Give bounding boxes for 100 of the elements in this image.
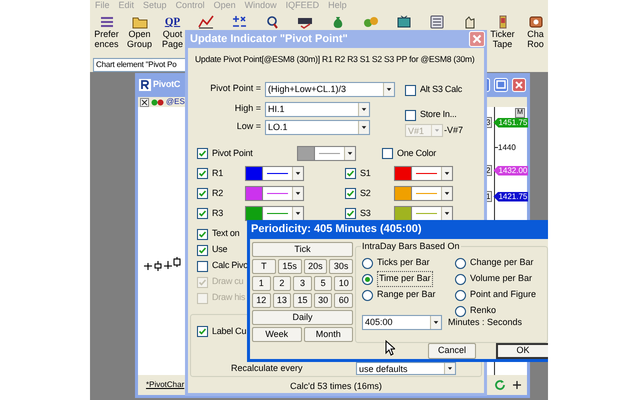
checkbox[interactable] [197,208,208,219]
periodicity-button[interactable]: Tick [252,242,353,257]
close-button[interactable] [512,78,526,92]
camera-icon[interactable] [528,15,544,29]
line-chart-icon[interactable] [198,15,214,29]
periodicity-button[interactable]: Month [304,327,353,342]
periodicity-button[interactable]: 2 [272,276,292,291]
radio-button[interactable] [455,290,466,300]
folder-icon[interactable] [132,15,148,29]
periodicity-button[interactable]: 15s [278,259,302,274]
periodicity-button[interactable]: 30 [314,293,332,308]
color-picker[interactable] [297,146,356,161]
checkbox-label: Use [212,243,228,256]
radio-button[interactable] [455,306,466,316]
toolbar-button[interactable]: Ticker Tape [486,12,519,58]
checkbox-label: Store In... [420,108,457,122]
periodicity-button[interactable]: 1 [252,276,271,291]
periodicity-button[interactable]: 12 [252,293,271,308]
price-tag: 1432.00 [493,166,528,176]
combo-box[interactable]: use defaults [356,362,456,376]
field-label: Recalculate every [231,362,304,375]
combo-box[interactable]: (High+Low+CL.1)/3 [265,82,395,96]
color-picker[interactable] [394,186,453,201]
checkbox-label: R2 [212,186,224,200]
chart-tab[interactable]: *PivotChar [146,379,184,391]
axis-label: 1440 [498,143,516,152]
periodicity-button[interactable]: 5 [314,276,332,291]
coins-icon[interactable] [362,15,378,29]
radio-button[interactable] [455,258,466,268]
dialog-button[interactable]: Cancel [428,343,476,359]
dialog-title: Periodicity: 405 Minutes (405:00) [251,222,422,238]
checkbox-label: S2 [360,186,371,200]
checkbox-label: Alt S3 Calc [420,83,462,96]
document-icon[interactable] [428,15,444,29]
periodicity-button[interactable]: T [252,259,276,274]
range-end-label: -V#7 [444,124,464,136]
dialog-title: Update Indicator "Pivot Point" [190,32,349,46]
checkbox-label: S1 [360,166,371,180]
checkbox[interactable] [197,260,208,272]
toolbar-button[interactable]: Cha Roo [519,12,548,58]
maximize-button[interactable] [494,78,508,92]
periodicity-button[interactable]: 30s [329,259,353,274]
combo-box[interactable]: HI.1 [265,102,370,116]
periodicity-button[interactable]: 20s [304,259,328,274]
periodicity-button[interactable]: Week [252,327,302,342]
periodicity-button[interactable]: 10 [334,276,353,291]
color-picker[interactable] [245,166,304,181]
radio-label: Ticks per Bar [377,256,430,270]
combo-box[interactable]: LO.1 [265,120,370,134]
periodicity-button[interactable]: 60 [334,293,353,308]
list-icon[interactable] [98,15,114,29]
status-dots-icon [151,98,164,106]
radio-button[interactable] [362,274,373,284]
checkbox[interactable] [345,168,356,179]
checkbox[interactable] [345,208,356,219]
checkbox-label: Draw cu [212,275,244,288]
plus-icon[interactable] [511,379,523,391]
close-icon[interactable] [140,98,149,106]
checkbox[interactable] [197,228,208,240]
radio-button[interactable] [362,258,373,268]
checkbox[interactable] [197,148,208,159]
checkbox[interactable] [197,244,208,256]
monitor-icon[interactable] [296,15,312,29]
checkbox-label: Label Cu [212,324,246,338]
checkbox[interactable] [382,148,393,159]
math-symbols-icon[interactable] [230,15,246,29]
checkbox[interactable] [197,326,208,337]
checkbox[interactable] [197,188,208,199]
color-picker[interactable] [245,186,304,201]
checkbox-label: R1 [212,166,224,180]
price-tag: 1451.75 [493,118,528,128]
checkbox[interactable] [405,84,416,96]
checkbox-label: Pivot Point [212,146,253,160]
periodicity-button[interactable]: 3 [293,276,312,291]
checkbox-label: R3 [212,206,224,220]
refresh-icon[interactable] [494,379,506,391]
checkbox[interactable] [345,188,356,199]
checkbox[interactable] [197,168,208,179]
toolbar-button[interactable]: Open Group [123,12,156,58]
radio-button[interactable] [362,290,373,300]
toolbar-button[interactable]: QP Quot Page [156,12,189,58]
toolbar-button[interactable]: Prefer ences [90,12,123,58]
field-label: High = [234,102,261,116]
combo-box[interactable]: 405:00 [362,315,442,330]
color-picker[interactable] [394,206,453,221]
checkbox-label: Draw his [212,291,246,304]
checkbox-label: S3 [360,206,371,220]
tv-icon[interactable] [396,15,412,29]
color-picker[interactable] [245,206,304,221]
color-picker[interactable] [394,166,453,181]
checkbox[interactable] [405,110,416,120]
radio-label: Range per Bar [377,288,436,302]
periodicity-button[interactable]: 15 [293,293,312,308]
periodicity-button[interactable]: Daily [252,310,353,325]
mouse-pointer-icon [385,340,395,356]
radio-label: Change per Bar [470,256,534,270]
field-label: Low = [236,120,261,134]
periodicity-button[interactable]: 13 [272,293,292,308]
radio-button[interactable] [455,274,466,284]
dialog-button[interactable]: OK [496,343,548,359]
